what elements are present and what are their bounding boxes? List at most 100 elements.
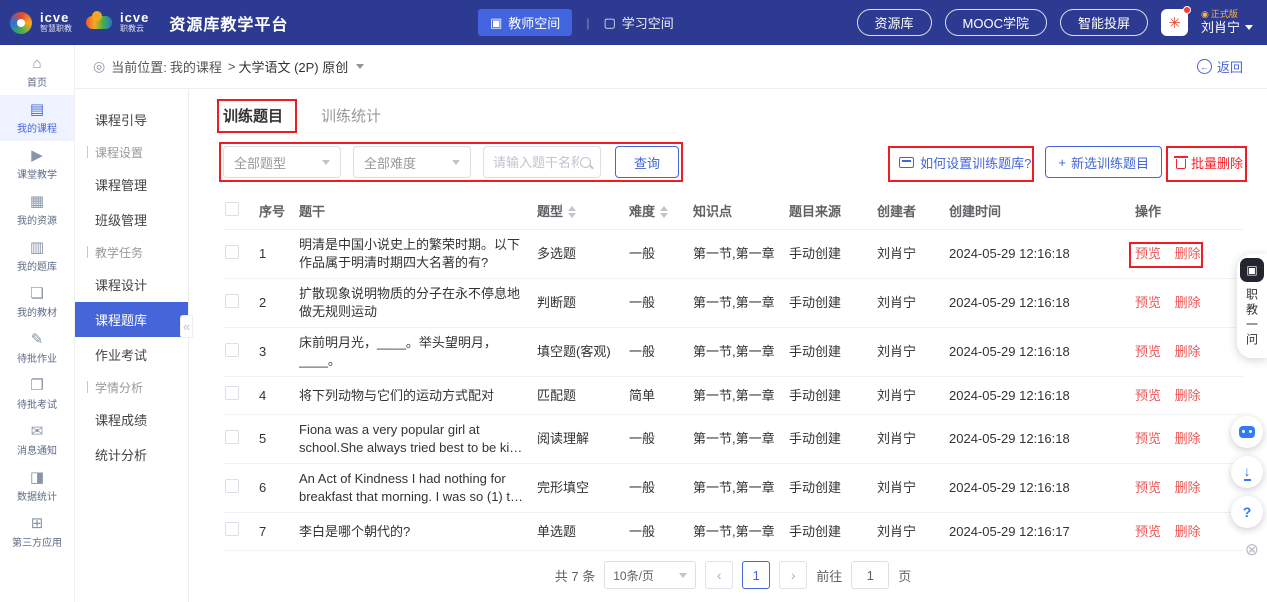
- setup-help-link[interactable]: 如何设置训练题库?: [899, 153, 1031, 172]
- question-stem: 将下列动物与它们的运动方式配对: [299, 387, 529, 405]
- tab-training-stats[interactable]: 训练统计: [321, 105, 381, 126]
- add-training-questions-button[interactable]: + 新选训练题目: [1045, 146, 1162, 178]
- question-type-select[interactable]: 全部题型: [223, 146, 341, 178]
- course-menu-item-course-management[interactable]: 课程管理: [75, 167, 188, 202]
- sidebar-item-my-courses[interactable]: ▤ 我的课程: [0, 95, 74, 141]
- breadcrumb-parent[interactable]: 我的课程: [170, 57, 222, 76]
- goto-page-input[interactable]: [851, 561, 889, 589]
- question-stem: 李白是哪个朝代的?: [299, 523, 529, 541]
- question-source: 手动创建: [789, 343, 877, 361]
- search-input[interactable]: [493, 155, 579, 170]
- back-label: 返回: [1217, 57, 1243, 76]
- resource-library-button[interactable]: 资源库: [857, 9, 932, 36]
- user-menu[interactable]: ◉ 正式版 刘肖宁: [1201, 9, 1253, 35]
- course-menu-item-statistics-analysis[interactable]: 统计分析: [75, 437, 188, 472]
- knowledge-point: 第一节,第一章: [693, 294, 789, 312]
- course-menu-item-guide[interactable]: 课程引导: [75, 102, 188, 137]
- collapse-menu-icon[interactable]: «: [180, 315, 193, 338]
- sidebar-item-label: 消息通知: [17, 442, 57, 457]
- row-checkbox[interactable]: [225, 386, 239, 400]
- preview-link[interactable]: 预览: [1135, 344, 1161, 359]
- course-menu-item-class-management[interactable]: 班级管理: [75, 202, 188, 237]
- app-header: icve 智慧职教 icve 职教云 资源库教学平台 ▣ 教师空间 | ▢ 学习…: [0, 0, 1267, 45]
- delete-link[interactable]: 删除: [1175, 431, 1201, 446]
- sidebar-item-pending-homework[interactable]: ✎ 待批作业: [0, 325, 74, 371]
- table-toolbar: 如何设置训练题库? + 新选训练题目 批量删除: [899, 146, 1243, 178]
- preview-link[interactable]: 预览: [1135, 388, 1161, 403]
- course-menu-item-course-question-bank[interactable]: 课程题库: [75, 302, 188, 337]
- download-button[interactable]: ↓: [1231, 456, 1263, 488]
- sidebar-item-notifications[interactable]: ✉ 消息通知: [0, 417, 74, 463]
- qa-assistant-tab[interactable]: ▣ 职教一问: [1237, 254, 1267, 358]
- pagination: 共 7 条 10条/页 ‹ 1 › 前往 页: [223, 561, 1243, 589]
- preview-link[interactable]: 预览: [1135, 431, 1161, 446]
- logo-mark-icon: ✳: [1168, 14, 1181, 32]
- student-space-button[interactable]: ▢ 学习空间: [603, 13, 673, 32]
- row-checkbox[interactable]: [225, 430, 239, 444]
- sidebar-item-home[interactable]: ⌂ 首页: [0, 49, 74, 95]
- row-checkbox[interactable]: [225, 479, 239, 493]
- preview-link[interactable]: 预览: [1135, 246, 1161, 261]
- next-page-button[interactable]: ›: [779, 561, 807, 589]
- batch-delete-button[interactable]: 批量删除: [1176, 153, 1243, 172]
- preview-link[interactable]: 预览: [1135, 480, 1161, 495]
- course-menu-item-homework-exam[interactable]: 作业考试: [75, 337, 188, 372]
- mooc-academy-button[interactable]: MOOC学院: [945, 9, 1047, 36]
- delete-link[interactable]: 删除: [1175, 344, 1201, 359]
- avatar[interactable]: ✳: [1161, 9, 1188, 36]
- course-menu-item-course-design[interactable]: 课程设计: [75, 267, 188, 302]
- preview-link[interactable]: 预览: [1135, 295, 1161, 310]
- row-checkbox[interactable]: [225, 294, 239, 308]
- sidebar-item-classroom-teaching[interactable]: ▶ 课堂教学: [0, 141, 74, 187]
- row-checkbox[interactable]: [225, 522, 239, 536]
- plus-icon: +: [1058, 155, 1066, 170]
- sidebar-item-pending-exams[interactable]: ❐ 待批考试: [0, 371, 74, 417]
- select-all-checkbox[interactable]: [225, 202, 239, 216]
- delete-link[interactable]: 删除: [1175, 388, 1201, 403]
- table-row: 2 扩散现象说明物质的分子在永不停息地做无规则运动 判断题 一般 第一节,第一章…: [223, 279, 1243, 328]
- teacher-space-button[interactable]: ▣ 教师空间: [478, 9, 572, 36]
- row-checkbox[interactable]: [225, 343, 239, 357]
- question-difficulty: 一般: [629, 343, 693, 361]
- breadcrumb-current[interactable]: 大学语文 (2P) 原创: [238, 57, 364, 76]
- sort-difficulty-icon[interactable]: [660, 206, 668, 218]
- difficulty-select[interactable]: 全部难度: [353, 146, 471, 178]
- delete-link[interactable]: 删除: [1175, 246, 1201, 261]
- sort-type-icon[interactable]: [568, 206, 576, 218]
- course-menu-item-course-grades[interactable]: 课程成绩: [75, 402, 188, 437]
- back-button[interactable]: ← 返回: [1197, 57, 1243, 76]
- smart-cast-button[interactable]: 智能投屏: [1060, 9, 1148, 36]
- created-time: 2024-05-29 12:16:18: [949, 343, 1135, 361]
- tab-training-questions[interactable]: 训练题目: [223, 105, 283, 126]
- sidebar-item-third-party-apps[interactable]: ⊞ 第三方应用: [0, 509, 74, 555]
- course-menu-section-teaching-tasks: 教学任务: [75, 237, 188, 267]
- delete-link[interactable]: 删除: [1175, 480, 1201, 495]
- sidebar-item-my-textbooks[interactable]: ❏ 我的教材: [0, 279, 74, 325]
- goto-suffix-label: 页: [898, 566, 911, 585]
- search-box: [483, 146, 601, 178]
- sidebar-item-my-resources[interactable]: ▦ 我的资源: [0, 187, 74, 233]
- chat-assistant-button[interactable]: [1231, 416, 1263, 448]
- pencil-icon: ✎: [31, 332, 44, 347]
- table-row: 7 李白是哪个朝代的? 单选题 一般 第一节,第一章 手动创建 刘肖宁 2024…: [223, 513, 1243, 551]
- sidebar-item-data-statistics[interactable]: ◨ 数据统计: [0, 463, 74, 509]
- row-no: 2: [259, 294, 299, 312]
- page-number-1[interactable]: 1: [742, 561, 770, 589]
- close-widgets-icon[interactable]: ⊗: [1245, 540, 1259, 560]
- page-size-select[interactable]: 10条/页: [604, 561, 696, 589]
- sidebar-item-label: 第三方应用: [12, 534, 62, 549]
- notification-dot: [1183, 6, 1191, 14]
- delete-link[interactable]: 删除: [1175, 524, 1201, 539]
- question-source: 手动创建: [789, 294, 877, 312]
- row-no: 3: [259, 343, 299, 361]
- edition-badge-label: 正式版: [1211, 9, 1238, 20]
- chevron-down-icon: [679, 573, 687, 578]
- preview-link[interactable]: 预览: [1135, 524, 1161, 539]
- filter-row: 全部题型 全部难度 查询 如何设置训练题库? + 新选训练题目: [223, 146, 1243, 178]
- help-button[interactable]: ?: [1231, 496, 1263, 528]
- sidebar-item-my-question-bank[interactable]: ▥ 我的题库: [0, 233, 74, 279]
- prev-page-button[interactable]: ‹: [705, 561, 733, 589]
- row-checkbox[interactable]: [225, 245, 239, 259]
- delete-link[interactable]: 删除: [1175, 295, 1201, 310]
- query-button[interactable]: 查询: [615, 146, 679, 178]
